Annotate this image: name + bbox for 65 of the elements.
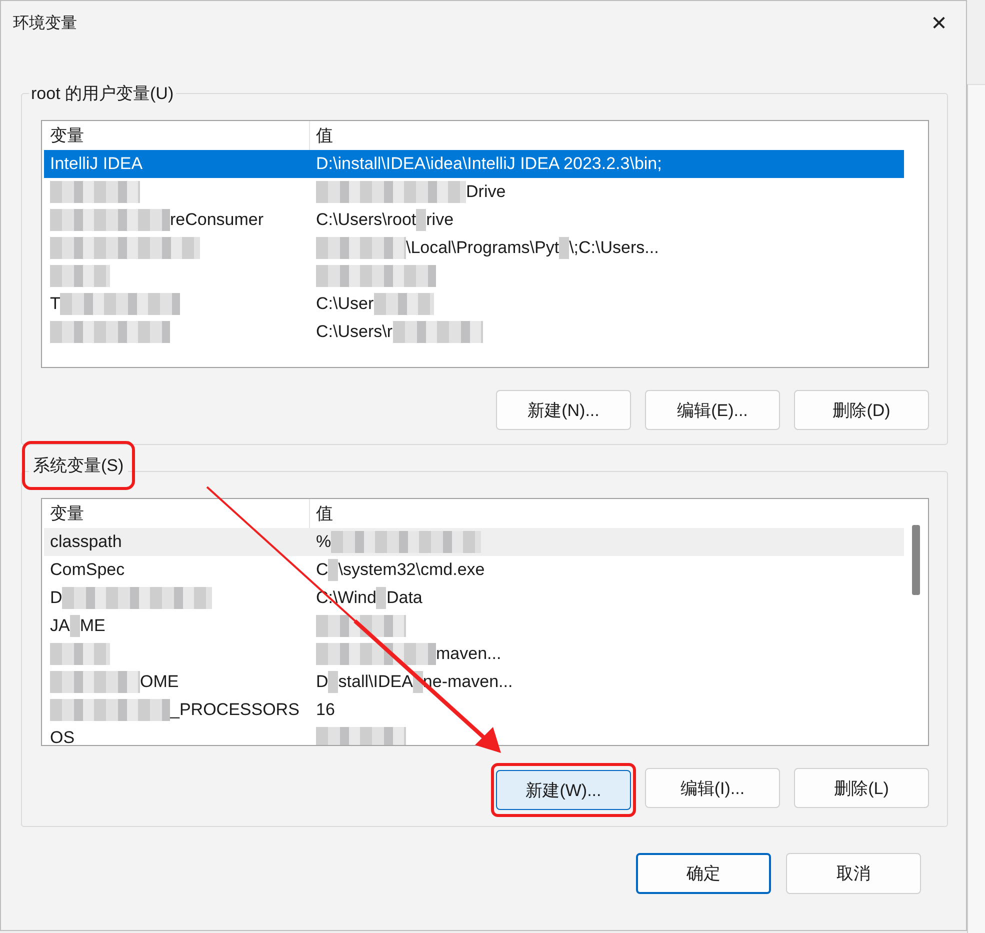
redaction-blur xyxy=(50,643,110,665)
table-row[interactable]: Drive xyxy=(44,178,928,206)
cell-text: % xyxy=(316,532,332,552)
scrollbar-thumb[interactable] xyxy=(912,525,920,595)
cell-text: maven... xyxy=(436,644,502,664)
table-row[interactable]: OS xyxy=(44,724,904,745)
cell-text: C:\Users\root xyxy=(316,210,416,230)
cell-text: C:\User xyxy=(316,294,374,314)
redaction-blur xyxy=(559,237,570,259)
cell-text: D xyxy=(50,588,62,608)
table-row[interactable]: classpath % xyxy=(44,528,904,556)
table-row[interactable]: IntelliJ IDEA D:\install\IDEA\idea\IntelliJ IDEA 2023.2.3\bin; xyxy=(44,150,904,178)
redaction-blur xyxy=(50,265,110,287)
cell-text: OME xyxy=(140,672,179,692)
cell-text: reConsumer xyxy=(170,210,264,230)
table-row[interactable]: JA ME xyxy=(44,612,904,640)
dialog-button[interactable]: 编辑(E)... xyxy=(645,390,780,430)
dialog-button[interactable]: 确定 xyxy=(636,853,771,894)
redaction-blur xyxy=(376,587,386,609)
cell-text: Drive xyxy=(466,182,506,202)
dialog-button[interactable]: 编辑(I)... xyxy=(645,768,780,808)
close-button[interactable]: ✕ xyxy=(916,3,962,43)
cell-text: OS xyxy=(50,728,75,745)
cell-text: classpath xyxy=(50,532,122,552)
cell-text: JA xyxy=(50,616,70,636)
cell-text: D xyxy=(316,672,328,692)
table-row[interactable]: _PROCESSORS 16 xyxy=(44,696,904,724)
cell-text: _PROCESSORS xyxy=(170,700,300,720)
cell-text: ne-maven... xyxy=(422,672,513,692)
table-row[interactable]: maven... xyxy=(44,640,904,668)
cell-text: T xyxy=(50,294,60,314)
column-header[interactable]: 值 xyxy=(310,121,928,150)
dialog-button[interactable]: 删除(D) xyxy=(794,390,929,430)
redaction-blur xyxy=(328,559,338,581)
table-row[interactable]: C:\Users\r xyxy=(44,318,928,346)
table-row[interactable]: reConsumer C:\Users\root rive xyxy=(44,206,928,234)
cell-text: \;C:\Users... xyxy=(569,238,659,258)
column-header[interactable]: 值 xyxy=(310,499,904,528)
cell-text: ComSpec xyxy=(50,560,125,580)
cell-text: rive xyxy=(426,210,454,230)
cell-text: stall\IDEA xyxy=(338,672,413,692)
table-row[interactable]: \Local\Programs\Pyt \;C:\Users... xyxy=(44,234,928,262)
redaction-blur xyxy=(416,209,426,231)
table-row[interactable]: T C:\User xyxy=(44,290,928,318)
dialog-button[interactable]: 新建(N)... xyxy=(496,390,631,430)
cell-text: C:\Users\r xyxy=(316,322,392,342)
cell-text: ME xyxy=(80,616,106,636)
dialog-button[interactable]: 删除(L) xyxy=(794,768,929,808)
window-title: 环境变量 xyxy=(13,14,77,34)
variable-list[interactable]: 变量 值 IntelliJ IDEA D:\install\IDEA\idea\IntelliJ IDEA 2023.2.3\bin; Drive reConsumer C:\Users\root rive \Local\Programs\Pyt \;C:\Users... T C:\User C:\Users\r xyxy=(41,120,929,368)
dialog-button[interactable]: 新建(W)... xyxy=(496,770,631,810)
redaction-blur xyxy=(70,615,80,637)
cell-text: \system32\cmd.exe xyxy=(338,560,485,580)
cell-text: \Local\Programs\Pyt xyxy=(406,238,560,258)
cell-text: 16 xyxy=(316,700,335,720)
redaction-blur xyxy=(328,671,338,693)
cell-text: D:\install\IDEA\idea\IntelliJ IDEA 2023.2.3\bin; xyxy=(316,154,662,174)
dialog-button[interactable]: 取消 xyxy=(786,853,921,894)
table-row[interactable]: OME D stall\IDEA ne-maven... xyxy=(44,668,904,696)
cell-text: IntelliJ IDEA xyxy=(50,154,143,174)
cell-text: Data xyxy=(386,588,422,608)
cell-text: C xyxy=(316,560,328,580)
table-row[interactable]: ComSpec C \system32\cmd.exe xyxy=(44,556,904,584)
redaction-blur xyxy=(374,293,434,315)
group-label: root 的用户变量(U) xyxy=(29,82,176,105)
